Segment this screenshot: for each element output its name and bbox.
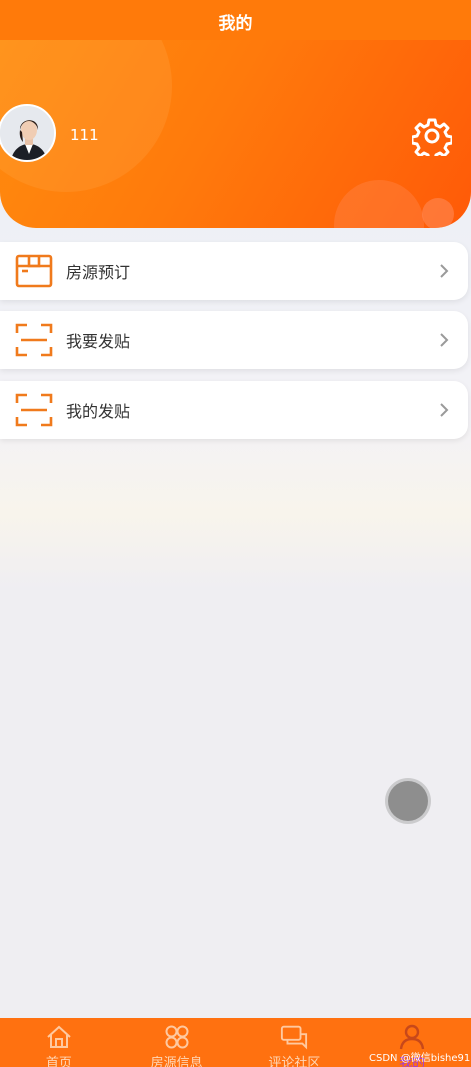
- user-icon: [398, 1024, 426, 1050]
- avatar[interactable]: [0, 104, 56, 162]
- menu-item-label: 我要发贴: [66, 332, 131, 351]
- nav-bar: 我的: [0, 0, 471, 42]
- watermark: CSDN @微信bishe911: [369, 1053, 471, 1064]
- profile-header: 111: [0, 40, 471, 228]
- menu-item-label: 我的发贴: [66, 402, 131, 421]
- tab-label: 评论社区: [268, 1056, 321, 1067]
- username: 111: [70, 126, 99, 144]
- tab-home[interactable]: 首页: [0, 1018, 118, 1067]
- gear-icon: [412, 118, 452, 156]
- tab-listings[interactable]: 房源信息: [118, 1018, 236, 1067]
- page-title: 我的: [218, 13, 253, 34]
- scan-frame-icon: [14, 322, 54, 358]
- chevron-right-icon: [434, 400, 454, 420]
- decor-circle: [334, 180, 424, 228]
- grid-circles-icon: [163, 1024, 191, 1050]
- tab-community[interactable]: 评论社区: [236, 1018, 354, 1067]
- settings-button[interactable]: [410, 114, 454, 158]
- floating-assistive-button[interactable]: [388, 781, 428, 821]
- calendar-icon: [14, 253, 54, 289]
- menu-item-my-posts[interactable]: 我的发贴: [0, 381, 468, 439]
- chevron-right-icon: [434, 261, 454, 281]
- profile-page: 我的 111 房源预订 我要发贴 我的发贴 首页 房源信息 评论社区 我的 CS…: [0, 0, 471, 1067]
- tab-label: 首页: [45, 1056, 72, 1067]
- scan-frame-icon: [14, 392, 54, 428]
- chat-icon: [280, 1024, 308, 1050]
- decor-circle: [422, 198, 454, 228]
- menu-item-room-booking[interactable]: 房源预订: [0, 242, 468, 300]
- menu-item-label: 房源预订: [66, 263, 131, 282]
- menu-item-create-post[interactable]: 我要发贴: [0, 311, 468, 369]
- chevron-right-icon: [434, 330, 454, 350]
- tab-label: 房源信息: [150, 1056, 203, 1067]
- home-icon: [45, 1024, 73, 1050]
